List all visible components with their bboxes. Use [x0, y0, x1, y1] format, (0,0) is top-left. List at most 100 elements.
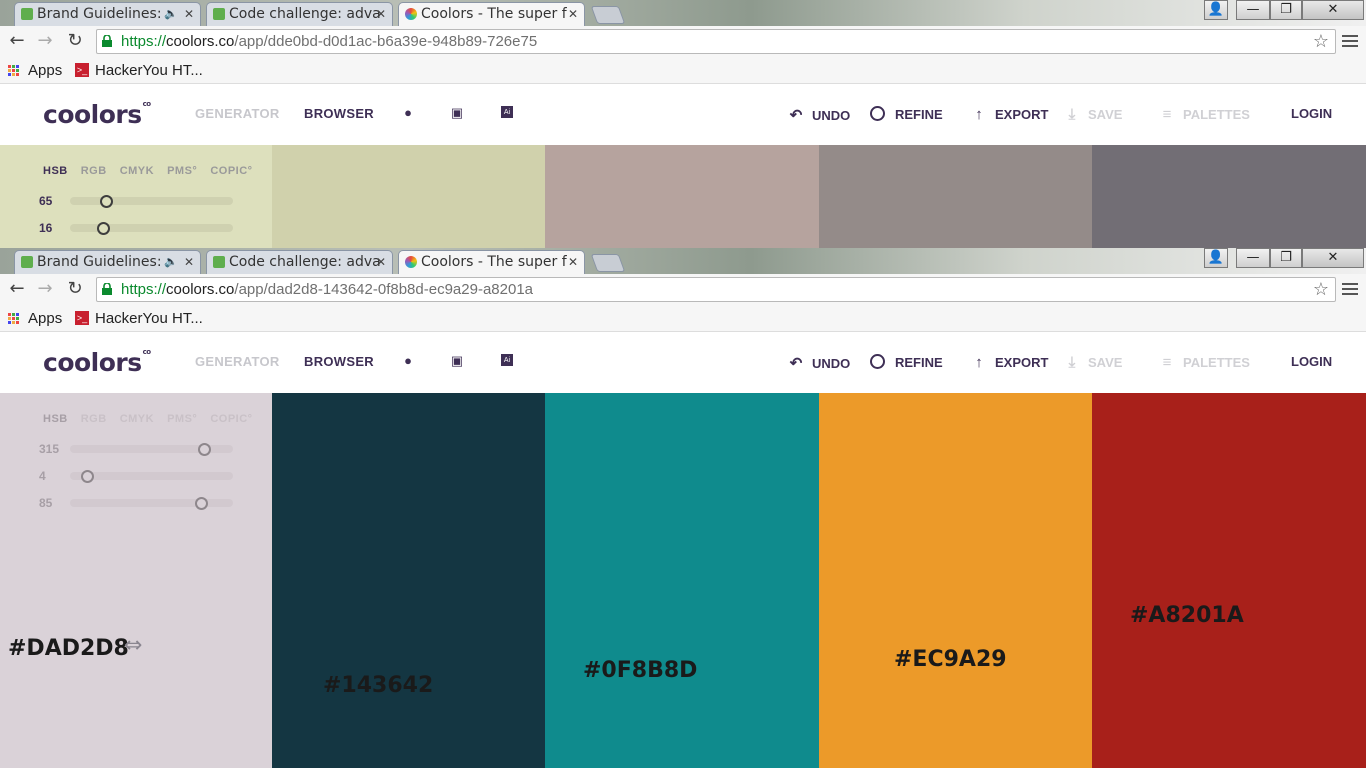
coolors-logo[interactable]: coolorsco [43, 100, 151, 129]
tab-code-challenge[interactable]: Code challenge: adva ✕ [206, 250, 393, 274]
slider-track[interactable] [70, 222, 233, 235]
color-swatch[interactable]: #0F8B8D [545, 393, 819, 768]
slider-track[interactable] [70, 497, 233, 510]
swap-arrows-icon[interactable]: ⇔ [124, 633, 142, 658]
android-icon[interactable]: ▣ [450, 354, 464, 368]
color-swatch[interactable] [545, 145, 819, 248]
save-button[interactable]: ⤓ SAVE [1064, 106, 1123, 123]
mode-tab-copic[interactable]: COPIC° [210, 413, 252, 425]
nav-browser[interactable]: BROWSER [304, 106, 374, 121]
refine-button[interactable]: REFINE [868, 106, 943, 122]
hex-label[interactable]: #EC9A29 [894, 647, 1007, 672]
bookmark-hackeryou[interactable]: HackerYou HT... [95, 308, 203, 330]
refine-button[interactable]: REFINE [868, 354, 943, 370]
hex-label[interactable]: #DAD2D8 [8, 636, 129, 661]
save-button[interactable]: ⤓ SAVE [1064, 354, 1123, 371]
back-button[interactable]: ← [6, 30, 28, 52]
minimize-button[interactable]: — [1236, 0, 1270, 20]
reload-button[interactable]: ↻ [64, 30, 86, 52]
saturation-slider[interactable]: 16 [39, 221, 239, 235]
slider-track[interactable] [70, 470, 233, 483]
mode-tab-hsb[interactable]: HSB [43, 165, 68, 177]
login-button[interactable]: LOGIN [1291, 354, 1332, 369]
address-bar[interactable]: https://coolors.co/app/dde0bd-d0d1ac-b6a… [96, 29, 1336, 54]
export-button[interactable]: ↑ EXPORT [971, 106, 1048, 123]
undo-button[interactable]: ↶ UNDO [788, 106, 851, 124]
forward-button[interactable]: → [34, 278, 56, 300]
tab-code-challenge[interactable]: Code challenge: adva ✕ [206, 2, 393, 26]
hue-slider[interactable]: 315 [39, 442, 239, 456]
color-swatch[interactable]: #A8201A [1092, 393, 1366, 768]
close-tab-icon[interactable]: ✕ [184, 3, 194, 25]
nav-generator[interactable]: GENERATOR [195, 354, 280, 369]
close-tab-icon[interactable]: ✕ [568, 251, 578, 273]
forward-button[interactable]: → [34, 30, 56, 52]
tab-coolors[interactable]: Coolors - The super f ✕ [398, 250, 585, 275]
maximize-button[interactable]: ❐ [1270, 0, 1302, 20]
bookmark-hackeryou[interactable]: HackerYou HT... [95, 60, 203, 82]
speaker-icon[interactable]: 🔈 [164, 3, 178, 25]
hex-label[interactable]: #0F8B8D [583, 658, 697, 683]
nav-generator[interactable]: GENERATOR [195, 106, 280, 121]
maximize-button[interactable]: ❐ [1270, 248, 1302, 268]
mode-tab-pms[interactable]: PMS° [167, 413, 197, 425]
coolors-logo[interactable]: coolorsco [43, 348, 151, 377]
nav-browser[interactable]: BROWSER [304, 354, 374, 369]
new-tab-button[interactable] [590, 6, 626, 24]
tab-brand-guidelines[interactable]: Brand Guidelines: 🔈 ✕ [14, 2, 201, 26]
close-window-button[interactable]: ✕ [1302, 0, 1364, 20]
hex-label[interactable]: #143642 [323, 673, 433, 698]
slider-track[interactable] [70, 195, 233, 208]
apple-icon[interactable]: ● [401, 106, 415, 120]
apple-icon[interactable]: ● [401, 354, 415, 368]
login-button[interactable]: LOGIN [1291, 106, 1332, 121]
close-tab-icon[interactable]: ✕ [376, 251, 386, 273]
color-swatch[interactable] [819, 145, 1092, 248]
mode-tab-cmyk[interactable]: CMYK [120, 165, 154, 177]
hex-label[interactable]: #A8201A [1130, 603, 1244, 628]
chrome-menu-icon[interactable] [1342, 280, 1358, 296]
back-button[interactable]: ← [6, 278, 28, 300]
adobe-illustrator-icon[interactable]: Ai [501, 354, 513, 366]
undo-button[interactable]: ↶ UNDO [788, 354, 851, 372]
mode-tab-rgb[interactable]: RGB [81, 413, 107, 425]
mode-tab-cmyk[interactable]: CMYK [120, 413, 154, 425]
adobe-illustrator-icon[interactable]: Ai [501, 106, 513, 118]
address-bar[interactable]: https://coolors.co/app/dad2d8-143642-0f8… [96, 277, 1336, 302]
color-swatch[interactable]: HSB RGB CMYK PMS° COPIC° 65 16 [0, 145, 272, 248]
bookmark-apps[interactable]: Apps [28, 308, 62, 330]
reload-button[interactable]: ↻ [64, 278, 86, 300]
close-tab-icon[interactable]: ✕ [184, 251, 194, 273]
minimize-button[interactable]: — [1236, 248, 1270, 268]
mode-tab-copic[interactable]: COPIC° [210, 165, 252, 177]
bookmark-star-icon[interactable]: ☆ [1313, 279, 1329, 301]
chrome-menu-icon[interactable] [1342, 32, 1358, 48]
color-swatch[interactable]: #143642 [272, 393, 545, 768]
slider-knob[interactable] [81, 470, 94, 483]
hue-slider[interactable]: 65 [39, 194, 239, 208]
palettes-button[interactable]: ≡ PALETTES [1159, 354, 1250, 371]
user-icon[interactable]: 👤 [1204, 248, 1228, 268]
speaker-icon[interactable]: 🔈 [164, 251, 178, 273]
mode-tab-hsb[interactable]: HSB [43, 413, 68, 425]
close-tab-icon[interactable]: ✕ [568, 3, 578, 25]
color-swatch[interactable] [272, 145, 545, 248]
android-icon[interactable]: ▣ [450, 106, 464, 120]
slider-knob[interactable] [195, 497, 208, 510]
color-swatch[interactable]: #EC9A29 [819, 393, 1092, 768]
tab-brand-guidelines[interactable]: Brand Guidelines: 🔈 ✕ [14, 250, 201, 274]
color-swatch[interactable]: HSB RGB CMYK PMS° COPIC° 315 4 85 #DAD2D… [0, 393, 272, 768]
bookmark-star-icon[interactable]: ☆ [1313, 31, 1329, 53]
slider-knob[interactable] [100, 195, 113, 208]
mode-tab-rgb[interactable]: RGB [81, 165, 107, 177]
slider-knob[interactable] [97, 222, 110, 235]
palettes-button[interactable]: ≡ PALETTES [1159, 106, 1250, 123]
bookmark-apps[interactable]: Apps [28, 60, 62, 82]
tab-coolors[interactable]: Coolors - The super f ✕ [398, 2, 585, 27]
user-icon[interactable]: 👤 [1204, 0, 1228, 20]
close-window-button[interactable]: ✕ [1302, 248, 1364, 268]
slider-track[interactable] [70, 443, 233, 456]
close-tab-icon[interactable]: ✕ [376, 3, 386, 25]
export-button[interactable]: ↑ EXPORT [971, 354, 1048, 371]
new-tab-button[interactable] [590, 254, 626, 272]
